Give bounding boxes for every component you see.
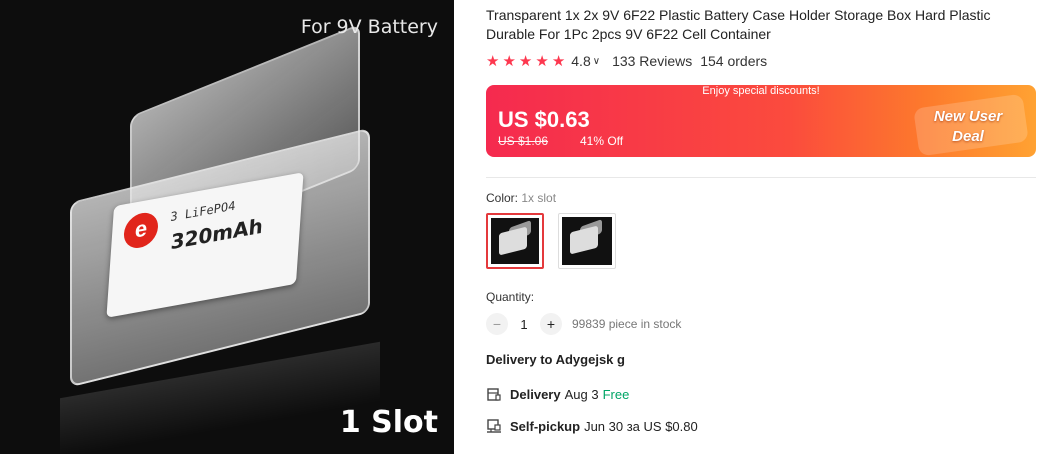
pickup-option: Self-pickup Jun 30 за US $0.80 <box>486 418 698 434</box>
discount-percent: 41% Off <box>580 134 624 148</box>
color-label: Color: 1x slot <box>486 191 556 205</box>
current-price: US $0.63 <box>498 107 590 132</box>
price-banner: Enjoy special discounts! US $0.63 US $1.… <box>486 85 1036 157</box>
quantity-increase-button[interactable]: + <box>540 313 562 335</box>
color-label-text: Color: <box>486 191 519 205</box>
star-icon: ★ <box>518 52 533 70</box>
original-price: US $1.06 <box>498 134 549 148</box>
pickup-label: Self-pickup <box>510 418 581 434</box>
orders-count: 154 orders <box>700 53 768 69</box>
quantity-label: Quantity: <box>486 290 535 304</box>
product-page: e 3 LiFePO4 320mAh For 9V Battery 1 Slot… <box>0 0 1039 454</box>
thumb-box <box>499 226 527 256</box>
product-title: Transparent 1x 2x 9V 6F22 Plastic Batter… <box>486 7 991 42</box>
quantity-stepper: − 1 + 99839 piece in stock <box>486 313 681 335</box>
thumb-box <box>570 225 598 255</box>
product-image[interactable]: e 3 LiFePO4 320mAh For 9V Battery 1 Slot <box>0 0 454 454</box>
reviews-link[interactable]: 133 Reviews <box>612 53 692 69</box>
color-selected-value: 1x slot <box>521 191 557 205</box>
delivery-label: Delivery <box>510 386 561 402</box>
stock-count: 99839 piece in stock <box>572 317 682 331</box>
delivery-option: Delivery Aug 3 Free <box>486 386 629 402</box>
battery-logo: e <box>122 210 160 251</box>
swatch-1x-slot[interactable] <box>486 213 544 269</box>
image-caption-bottom: 1 Slot <box>339 405 438 440</box>
new-user-deal-badge[interactable]: New User Deal <box>908 85 1036 157</box>
star-icon: ★ <box>502 52 516 70</box>
pickup-point-icon <box>487 419 501 433</box>
swatch-2x-slot[interactable] <box>558 213 616 269</box>
section-divider <box>486 177 1036 178</box>
package-icon <box>487 388 501 401</box>
rating-row: ★ ★ ★ ★ ★ 4.8 ∨ 133 Reviews 154 orders <box>486 52 767 70</box>
pickup-date-price: Jun 30 за US $0.80 <box>584 418 698 434</box>
star-icon: ★ <box>535 52 549 70</box>
swatch-thumbnail <box>562 217 612 265</box>
swatch-thumbnail <box>491 218 539 264</box>
chevron-down-icon[interactable]: ∨ <box>593 56 600 67</box>
quantity-value[interactable]: 1 <box>508 317 540 332</box>
delivery-destination[interactable]: Delivery to Adygejsk g <box>486 352 625 367</box>
star-icon: ★ <box>486 52 500 70</box>
quantity-decrease-button[interactable]: − <box>486 313 508 335</box>
star-icon: ★ <box>551 52 566 70</box>
deal-badge-text: New User Deal <box>933 108 1003 145</box>
rating-stars: ★ ★ ★ ★ ★ <box>486 54 565 69</box>
delivery-cost: Free <box>602 386 630 402</box>
delivery-date: Aug 3 <box>564 386 599 402</box>
product-info: Transparent 1x 2x 9V 6F22 Plastic Batter… <box>486 0 1039 454</box>
rating-value[interactable]: 4.8 <box>571 53 590 69</box>
color-swatches <box>486 213 616 269</box>
image-caption-top: For 9V Battery <box>300 16 438 38</box>
